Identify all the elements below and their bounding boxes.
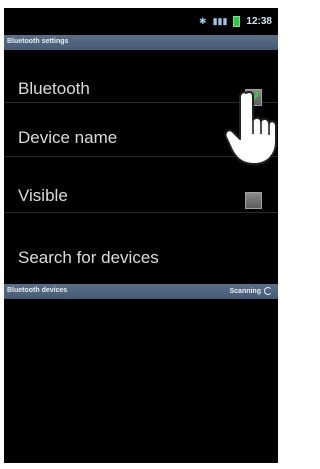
phone-screen: ✱ ▮▮▮ 12:38 Bluetooth settings Bluetooth… — [4, 8, 278, 463]
visible-label: Visible — [18, 186, 68, 205]
spinner-icon — [264, 287, 272, 295]
bluetooth-label: Bluetooth — [18, 79, 90, 98]
bluetooth-settings-header: Bluetooth settings — [4, 35, 278, 50]
search-for-devices-label: Search for devices — [18, 248, 159, 267]
bluetooth-icon: ✱ — [199, 15, 207, 26]
checkbox-empty-icon — [249, 196, 258, 205]
battery-icon — [233, 15, 241, 27]
scanning-status: Scanning — [229, 287, 261, 295]
visible-row[interactable]: Visible — [4, 158, 278, 213]
signal-icon: ▮▮▮ — [212, 15, 228, 26]
clock: 12:38 — [246, 15, 272, 27]
visible-checkbox[interactable] — [245, 192, 262, 209]
status-bar: ✱ ▮▮▮ 12:38 — [4, 8, 278, 34]
hand-pointer-icon — [224, 91, 277, 165]
bluetooth-devices-title: Bluetooth devices — [7, 287, 68, 294]
bluetooth-devices-header: Bluetooth devices Scanning — [4, 284, 278, 299]
search-for-devices-row[interactable]: Search for devices — [4, 214, 278, 282]
device-name-label: Device name — [18, 128, 118, 147]
